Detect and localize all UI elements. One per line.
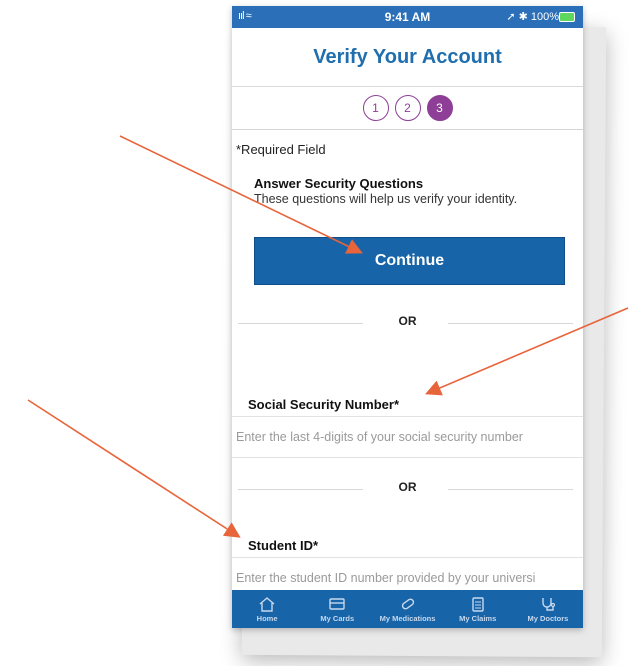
- step-indicator: 1 2 3: [232, 87, 583, 130]
- security-questions-description: These questions will help us verify your…: [254, 192, 518, 206]
- tab-my-claims[interactable]: My Claims: [443, 590, 513, 628]
- ssn-field-row: [232, 416, 583, 458]
- required-field-note: *Required Field: [236, 142, 326, 157]
- step-3-active: 3: [426, 95, 453, 121]
- ssn-input[interactable]: [232, 417, 583, 457]
- clipboard-icon: [472, 596, 484, 612]
- tab-label: My Doctors: [527, 613, 569, 623]
- step-2: 2: [394, 95, 421, 121]
- status-right: ➚ ✱ 100%: [506, 11, 559, 23]
- ssn-label: Social Security Number*: [248, 397, 399, 412]
- phone-screen: ııl ≈ 9:41 AM ➚ ✱ 100% Verify Your Accou…: [232, 6, 583, 628]
- battery-icon: [559, 12, 575, 22]
- tab-my-cards[interactable]: My Cards: [302, 590, 372, 628]
- card-icon: [329, 597, 345, 610]
- tab-home[interactable]: Home: [232, 590, 302, 628]
- status-bar: ııl ≈ 9:41 AM ➚ ✱ 100%: [232, 6, 583, 28]
- student-id-label: Student ID*: [248, 538, 319, 553]
- stethoscope-icon: [542, 597, 556, 611]
- page-title: Verify Your Account: [232, 28, 583, 87]
- pill-icon: [401, 598, 414, 609]
- tab-label: My Claims: [459, 613, 497, 623]
- tab-label: My Cards: [320, 613, 355, 623]
- home-icon: [259, 596, 275, 612]
- continue-button[interactable]: Continue: [254, 237, 565, 285]
- tab-label: My Medications: [379, 613, 436, 623]
- tab-my-doctors[interactable]: My Doctors: [513, 590, 583, 628]
- bottom-tab-bar: Home My Cards My Medications My Claims M…: [232, 590, 583, 628]
- or-separator-2: OR: [232, 480, 583, 498]
- tab-my-medications[interactable]: My Medications: [372, 590, 442, 628]
- or-separator-1: OR: [232, 314, 583, 332]
- tab-label: Home: [256, 613, 278, 623]
- arrow-to-student-id-label: [27, 399, 241, 538]
- security-questions-title: Answer Security Questions: [254, 176, 424, 191]
- step-1: 1: [362, 95, 389, 121]
